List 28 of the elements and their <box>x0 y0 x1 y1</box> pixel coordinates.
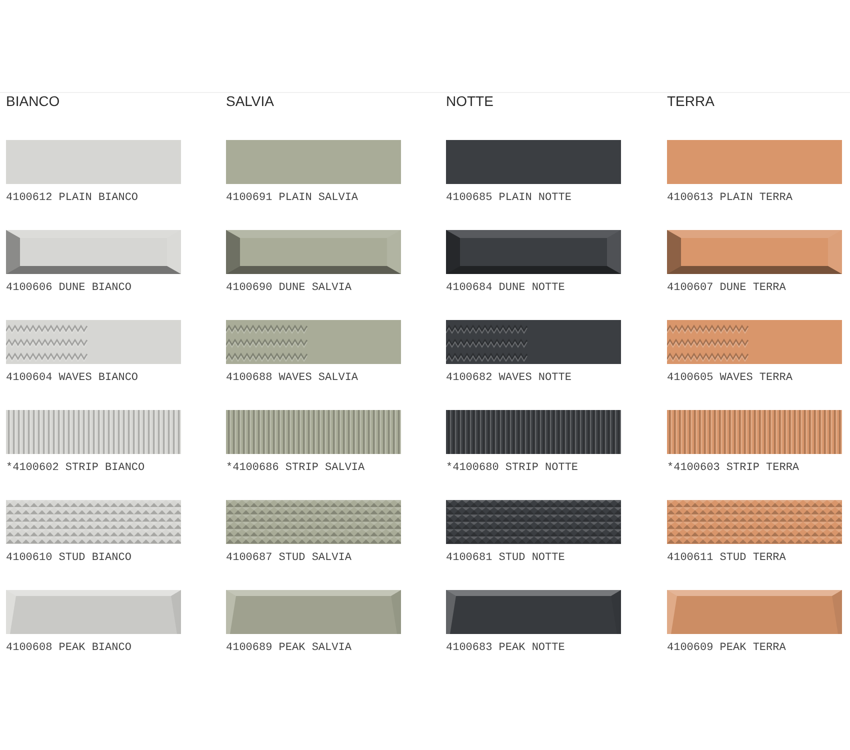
product-code-label: 4100608 PEAK BIANCO <box>6 641 132 655</box>
product-code-label: 4100613 PLAIN TERRA <box>667 191 794 205</box>
product-code-label: *4100686 STRIP SALVIA <box>226 461 366 475</box>
product-code-label: 4100604 WAVES BIANCO <box>6 371 140 385</box>
product-code-label: 4100607 DUNE TERRA <box>667 281 787 295</box>
product-code-label: 4100609 PEAK TERRA <box>667 641 787 655</box>
product-code-label: 4100605 WAVES TERRA <box>667 371 794 385</box>
product-code-label: 4100691 PLAIN SALVIA <box>226 191 360 205</box>
product-code-label: 4100688 WAVES SALVIA <box>226 371 360 385</box>
product-code-label: 4100611 STUD TERRA <box>667 551 787 565</box>
product-code-label: *4100680 STRIP NOTTE <box>446 461 580 475</box>
product-code-label: *4100602 STRIP BIANCO <box>6 461 146 475</box>
product-code-label: 4100684 DUNE NOTTE <box>446 281 566 295</box>
product-code-label: *4100603 STRIP TERRA <box>667 461 800 475</box>
product-code-label: 4100612 PLAIN BIANCO <box>6 191 140 205</box>
product-code-label: 4100687 STUD SALVIA <box>226 551 352 565</box>
product-code-label: 4100690 DUNE SALVIA <box>226 281 352 295</box>
color-heading: NOTTE <box>446 93 494 109</box>
product-code-label: 4100689 PEAK SALVIA <box>226 641 352 655</box>
product-code-label: 4100685 PLAIN NOTTE <box>446 191 572 205</box>
color-heading: BIANCO <box>6 93 61 109</box>
product-code-label: 4100606 DUNE BIANCO <box>6 281 132 295</box>
product-code-label: 4100683 PEAK NOTTE <box>446 641 566 655</box>
color-heading: TERRA <box>667 93 716 109</box>
product-code-label: 4100682 WAVES NOTTE <box>446 371 572 385</box>
product-code-label: 4100610 STUD BIANCO <box>6 551 132 565</box>
color-heading: SALVIA <box>226 93 275 109</box>
product-code-label: 4100681 STUD NOTTE <box>446 551 566 565</box>
